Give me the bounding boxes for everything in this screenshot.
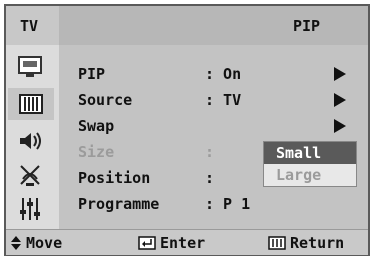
return-hint: Return <box>268 234 344 252</box>
chevron-right-icon <box>334 93 346 107</box>
enter-hint: Enter <box>138 234 205 252</box>
setup-icon[interactable] <box>8 88 54 120</box>
enter-label: Enter <box>160 234 206 252</box>
enter-icon <box>138 236 156 250</box>
move-label: Move <box>26 234 63 252</box>
picture-icon[interactable] <box>14 53 46 81</box>
channel-icon[interactable] <box>14 161 46 189</box>
menu-item-label: Size <box>78 143 115 161</box>
size-option-small[interactable]: Small <box>264 142 356 164</box>
menu-title: PIP <box>293 17 321 35</box>
menu-item-label: Programme <box>78 195 160 213</box>
chevron-right-icon <box>334 67 346 81</box>
up-down-arrow-icon <box>11 236 21 250</box>
menu-item-label: Source <box>78 91 133 109</box>
size-option-large[interactable]: Large <box>264 164 356 186</box>
menu-item-value: : P 1 <box>205 195 251 213</box>
menu-item-label: PIP <box>78 65 106 83</box>
return-label: Return <box>290 234 345 252</box>
menu-icon <box>268 236 286 250</box>
size-dropdown[interactable]: Small Large <box>263 141 357 187</box>
menu-item-value: : <box>205 169 215 187</box>
menu-header: TV PIP <box>6 6 368 45</box>
tv-label: TV <box>20 17 39 35</box>
menu-item-value: : TV <box>205 91 242 109</box>
function-icon[interactable] <box>14 195 46 223</box>
footer-hints: Move Enter Return <box>6 229 368 255</box>
menu-item-label: Swap <box>78 117 115 135</box>
move-hint: Move <box>10 234 62 252</box>
sidebar <box>6 45 59 229</box>
menu-item-value: : <box>205 143 215 161</box>
chevron-right-icon <box>334 119 346 133</box>
pip-menu: PIP : On Source : TV Swap Size : Positio… <box>59 45 368 229</box>
tv-osd-window: TV PIP PIP : On Source : TV Swap Size: … <box>4 4 370 256</box>
tv-tab: TV <box>6 6 59 45</box>
menu-item-label: Position <box>78 169 151 187</box>
menu-item-value: : On <box>205 65 242 83</box>
sound-icon[interactable] <box>14 127 46 155</box>
